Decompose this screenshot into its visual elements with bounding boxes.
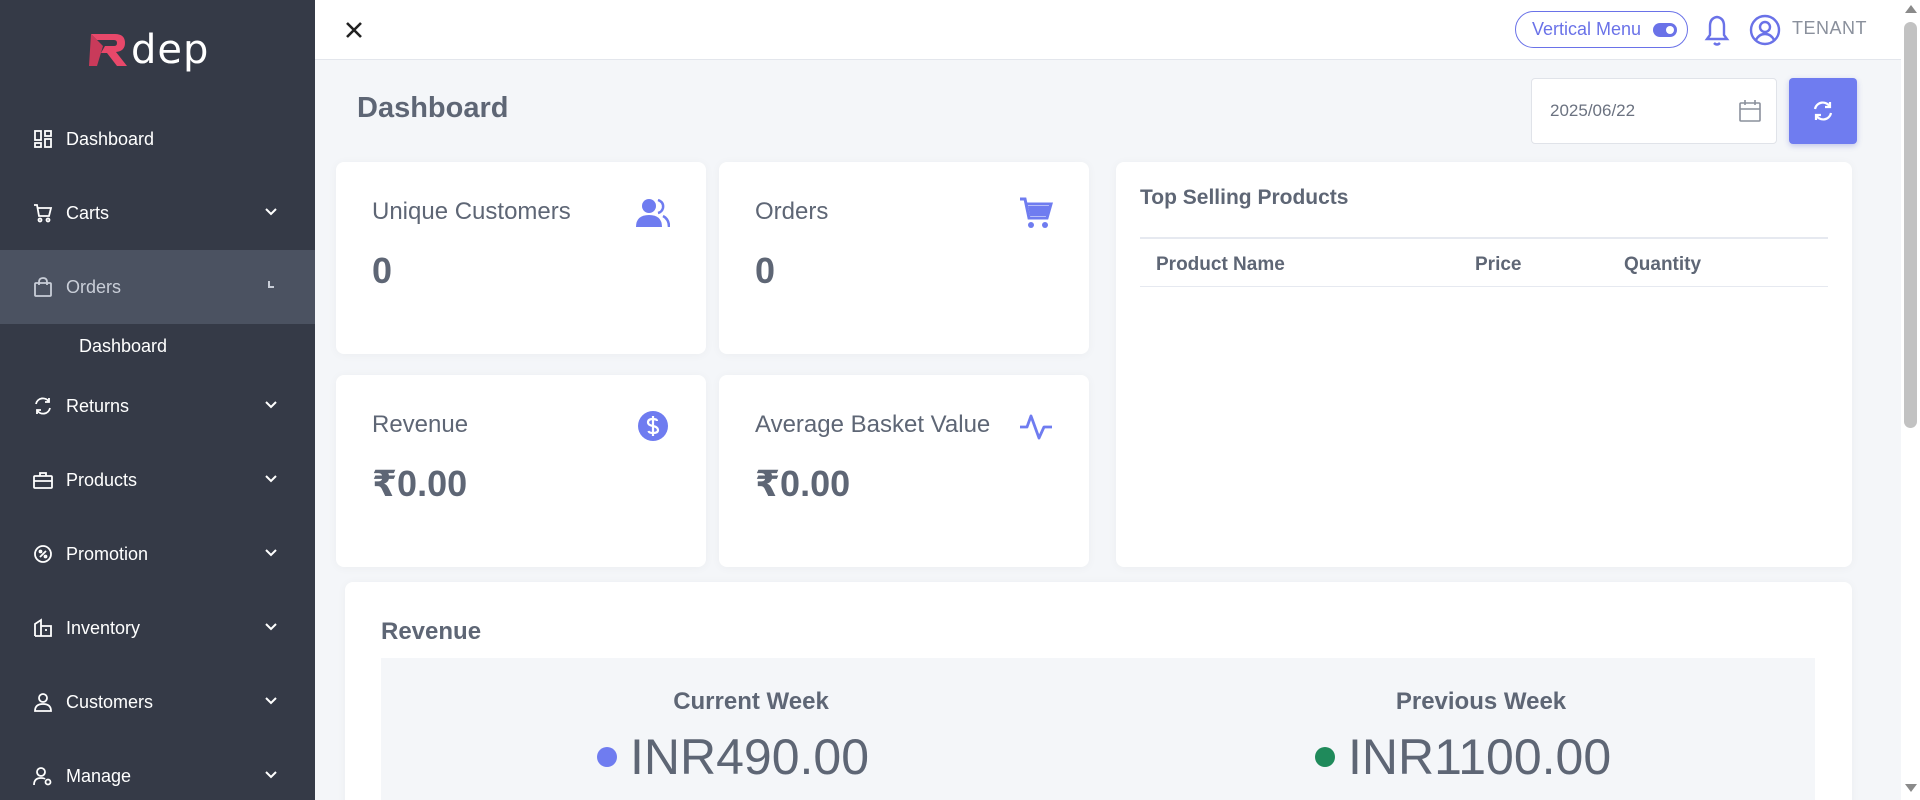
user-gear-icon: [33, 766, 53, 786]
badge-percent-icon: [33, 544, 53, 564]
chevron-down-icon: [265, 697, 277, 705]
refresh-icon: [33, 396, 53, 416]
stat-value: 0: [755, 250, 776, 291]
stat-card-unique-customers: Unique Customers 0: [336, 162, 706, 354]
sidebar-subitem-orders-dashboard[interactable]: Dashboard: [79, 336, 167, 357]
sidebar-item-customers[interactable]: Customers: [0, 665, 315, 739]
sidebar-item-label: Returns: [66, 395, 130, 416]
user-circle-icon[interactable]: [1749, 14, 1781, 46]
chevron-down-icon: [265, 208, 277, 216]
chevron-down-icon: [265, 401, 277, 409]
dollar-circle-icon: [638, 411, 668, 441]
refresh-icon: [1813, 101, 1833, 121]
card-title: Revenue: [381, 618, 482, 645]
vertical-menu-label: Vertical Menu: [1532, 19, 1642, 39]
stat-title: Revenue: [372, 411, 469, 438]
stat-value: 0: [372, 250, 393, 291]
cart-icon: [1020, 197, 1053, 228]
column-header[interactable]: Product Name: [1156, 254, 1285, 276]
chevron-down-icon: [265, 549, 277, 557]
scrollbar-thumb[interactable]: [1904, 22, 1917, 428]
legend-dot-icon: [597, 747, 617, 767]
bell-icon[interactable]: [1701, 12, 1733, 48]
products-table-header: Product Name Price Quantity: [1140, 237, 1828, 287]
logo[interactable]: dep: [89, 27, 210, 73]
stat-value: ₹0.00: [372, 463, 468, 504]
date-picker-input[interactable]: 2025/06/22: [1531, 78, 1777, 144]
sidebar-item-promotion[interactable]: Promotion: [0, 517, 315, 591]
sidebar-item-label: Carts: [66, 202, 110, 223]
sidebar-item-products[interactable]: Products: [0, 443, 315, 517]
current-week-value: INR490.00: [597, 728, 869, 786]
chevron-down-icon: [265, 771, 277, 779]
sidebar-item-returns[interactable]: Returns: [0, 369, 315, 443]
sidebar-item-label: Customers: [66, 691, 154, 712]
refresh-button[interactable]: [1789, 78, 1857, 144]
sidebar-item-label: Inventory: [66, 617, 141, 638]
chevron-down-icon: [265, 623, 277, 631]
sidebar-item-label: Orders: [66, 276, 122, 297]
chevron-down-icon: [265, 475, 277, 483]
topbar: Vertical Menu TENANT: [315, 0, 1901, 60]
sidebar-item-inventory[interactable]: Inventory: [0, 591, 315, 665]
page-scrollbar[interactable]: [1901, 0, 1920, 800]
current-week-label: Current Week: [673, 688, 829, 715]
sidebar-item-label: Promotion: [66, 543, 149, 564]
stat-card-orders: Orders 0: [719, 162, 1089, 354]
page-title: Dashboard: [357, 92, 509, 124]
vertical-menu-toggle[interactable]: Vertical Menu: [1515, 11, 1689, 48]
stat-title: Average Basket Value: [755, 411, 991, 438]
sidebar: dep Dashboard Carts Orders Dashboard Ret…: [0, 0, 315, 800]
scroll-down-arrow-icon[interactable]: [1905, 784, 1917, 792]
revenue-summary: Current Week INR490.00 Previous Week INR…: [381, 658, 1815, 800]
sidebar-item-manage[interactable]: Manage: [0, 739, 315, 800]
sidebar-item-label: Dashboard: [66, 128, 155, 149]
chevron-up-icon: [268, 281, 274, 288]
previous-week-label: Previous Week: [1395, 688, 1567, 715]
user-name[interactable]: TENANT: [1792, 18, 1867, 39]
inventory-icon: [33, 618, 53, 638]
legend-dot-icon: [1315, 747, 1335, 767]
previous-week-amount: INR1100.00: [1348, 729, 1612, 785]
stat-title: Unique Customers: [372, 198, 571, 225]
sidebar-item-dashboard[interactable]: Dashboard: [0, 102, 315, 176]
date-value: 2025/06/22: [1550, 101, 1636, 120]
scroll-up-arrow-icon[interactable]: [1905, 5, 1917, 13]
logo-mark-icon: [89, 34, 127, 66]
current-week-amount: INR490.00: [630, 729, 870, 785]
user-icon: [33, 692, 53, 712]
stat-value: ₹0.00: [755, 463, 851, 504]
sidebar-item-label: Products: [66, 469, 138, 490]
cart-icon: [33, 203, 53, 223]
sidebar-item-orders[interactable]: Orders: [0, 250, 315, 324]
column-header[interactable]: Price: [1475, 254, 1521, 276]
users-icon: [636, 198, 670, 228]
dashboard-icon: [33, 129, 53, 149]
shopping-bag-icon: [33, 277, 53, 297]
column-header[interactable]: Quantity: [1624, 254, 1701, 276]
stat-card-average-basket-value: Average Basket Value ₹0.00: [719, 375, 1089, 567]
revenue-card: Revenue Current Week INR490.00 Previous …: [345, 582, 1852, 800]
calendar-icon[interactable]: [1738, 99, 1762, 123]
briefcase-icon: [33, 470, 53, 490]
logo-text: dep: [131, 27, 210, 73]
stat-card-revenue: Revenue ₹0.00: [336, 375, 706, 567]
top-selling-products-card: Top Selling Products Product Name Price …: [1116, 162, 1852, 567]
previous-week-value: INR1100.00: [1315, 728, 1611, 786]
sidebar-item-label: Manage: [66, 765, 132, 786]
stat-title: Orders: [755, 198, 829, 225]
card-title: Top Selling Products: [1140, 186, 1349, 209]
close-icon[interactable]: [341, 17, 367, 43]
sidebar-item-carts[interactable]: Carts: [0, 176, 315, 250]
activity-icon: [1020, 414, 1052, 440]
toggle-switch-icon: [1653, 22, 1678, 37]
